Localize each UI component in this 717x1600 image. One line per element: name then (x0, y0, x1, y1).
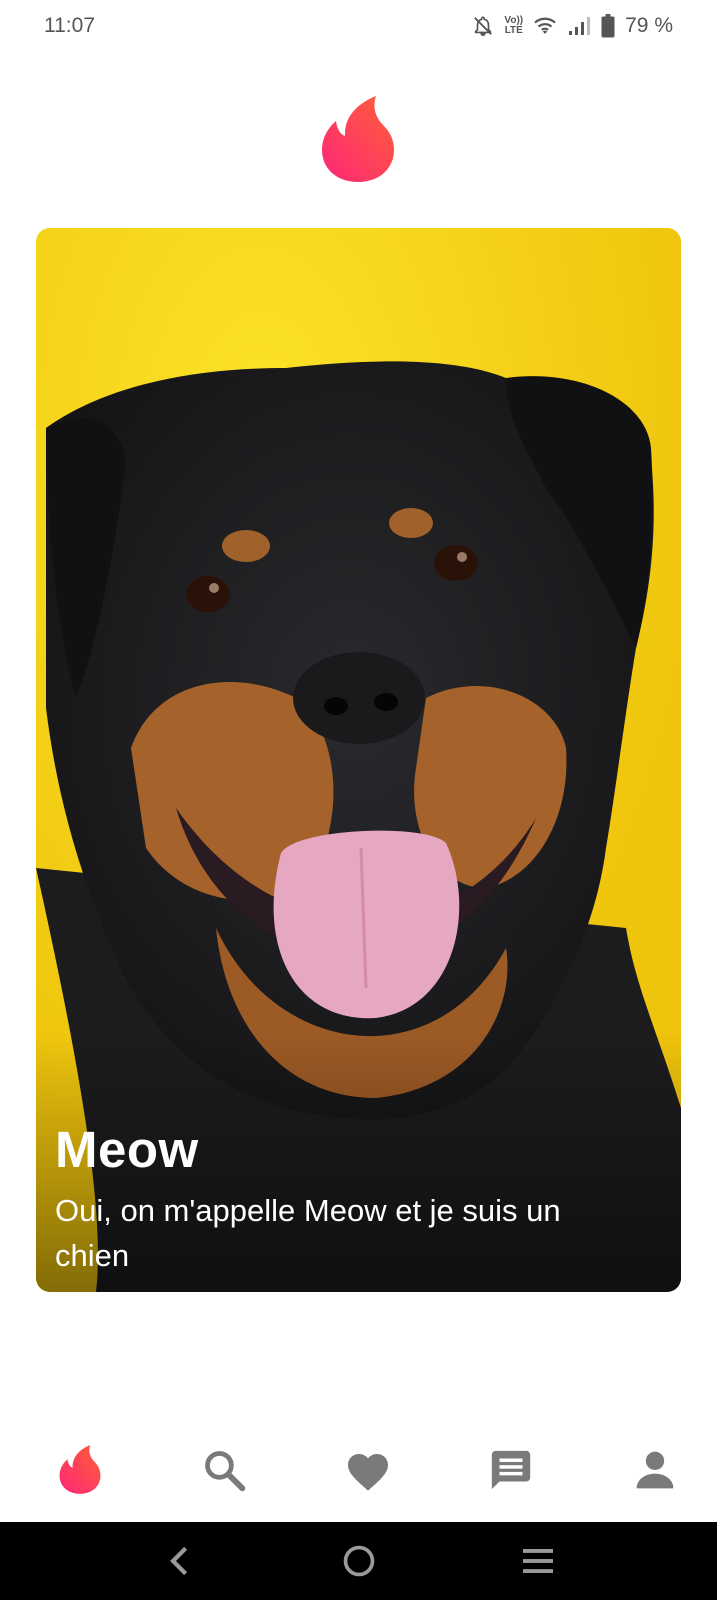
profile-icon (636, 1451, 674, 1489)
profile-bio: Oui, on m'appelle Meow et je suis un chi… (55, 1193, 561, 1273)
heart-icon (347, 1454, 388, 1491)
flame-logo-icon (322, 96, 394, 182)
bottom-nav (0, 1430, 717, 1510)
system-home-button[interactable] (335, 1537, 383, 1585)
screen: 11:07 Vo)) LTE 79 % Meow Oui, on m'appel… (0, 0, 717, 1600)
mute-bell-icon (474, 16, 493, 36)
profile-name: Meow (55, 1121, 199, 1178)
search-icon (204, 1451, 246, 1492)
chat-icon (492, 1450, 531, 1490)
recents-icon (522, 1549, 553, 1573)
nav-item-discover[interactable] (54, 1444, 106, 1496)
battery-icon (601, 14, 615, 38)
status-icons: Vo)) LTE 79 % (472, 14, 673, 38)
status-bar: 11:07 Vo)) LTE 79 % (0, 0, 717, 52)
system-recents-button[interactable] (514, 1537, 562, 1585)
back-icon (169, 1546, 187, 1576)
battery-percent: 79 % (625, 14, 673, 37)
nav-item-likes[interactable] (342, 1444, 394, 1496)
wifi-icon (534, 17, 556, 34)
system-nav-bar (0, 1522, 717, 1600)
home-icon (343, 1545, 374, 1577)
status-time: 11:07 (44, 14, 95, 37)
system-back-button[interactable] (156, 1537, 204, 1585)
nav-item-profile[interactable] (629, 1444, 681, 1496)
flame-icon (59, 1445, 101, 1494)
signal-icon (569, 17, 591, 35)
nav-item-search[interactable] (198, 1444, 250, 1496)
nav-item-messages[interactable] (485, 1444, 537, 1496)
profile-card[interactable]: Meow Oui, on m'appelle Meow et je suis u… (36, 228, 681, 1292)
volte-icon: Vo)) LTE (504, 15, 524, 36)
